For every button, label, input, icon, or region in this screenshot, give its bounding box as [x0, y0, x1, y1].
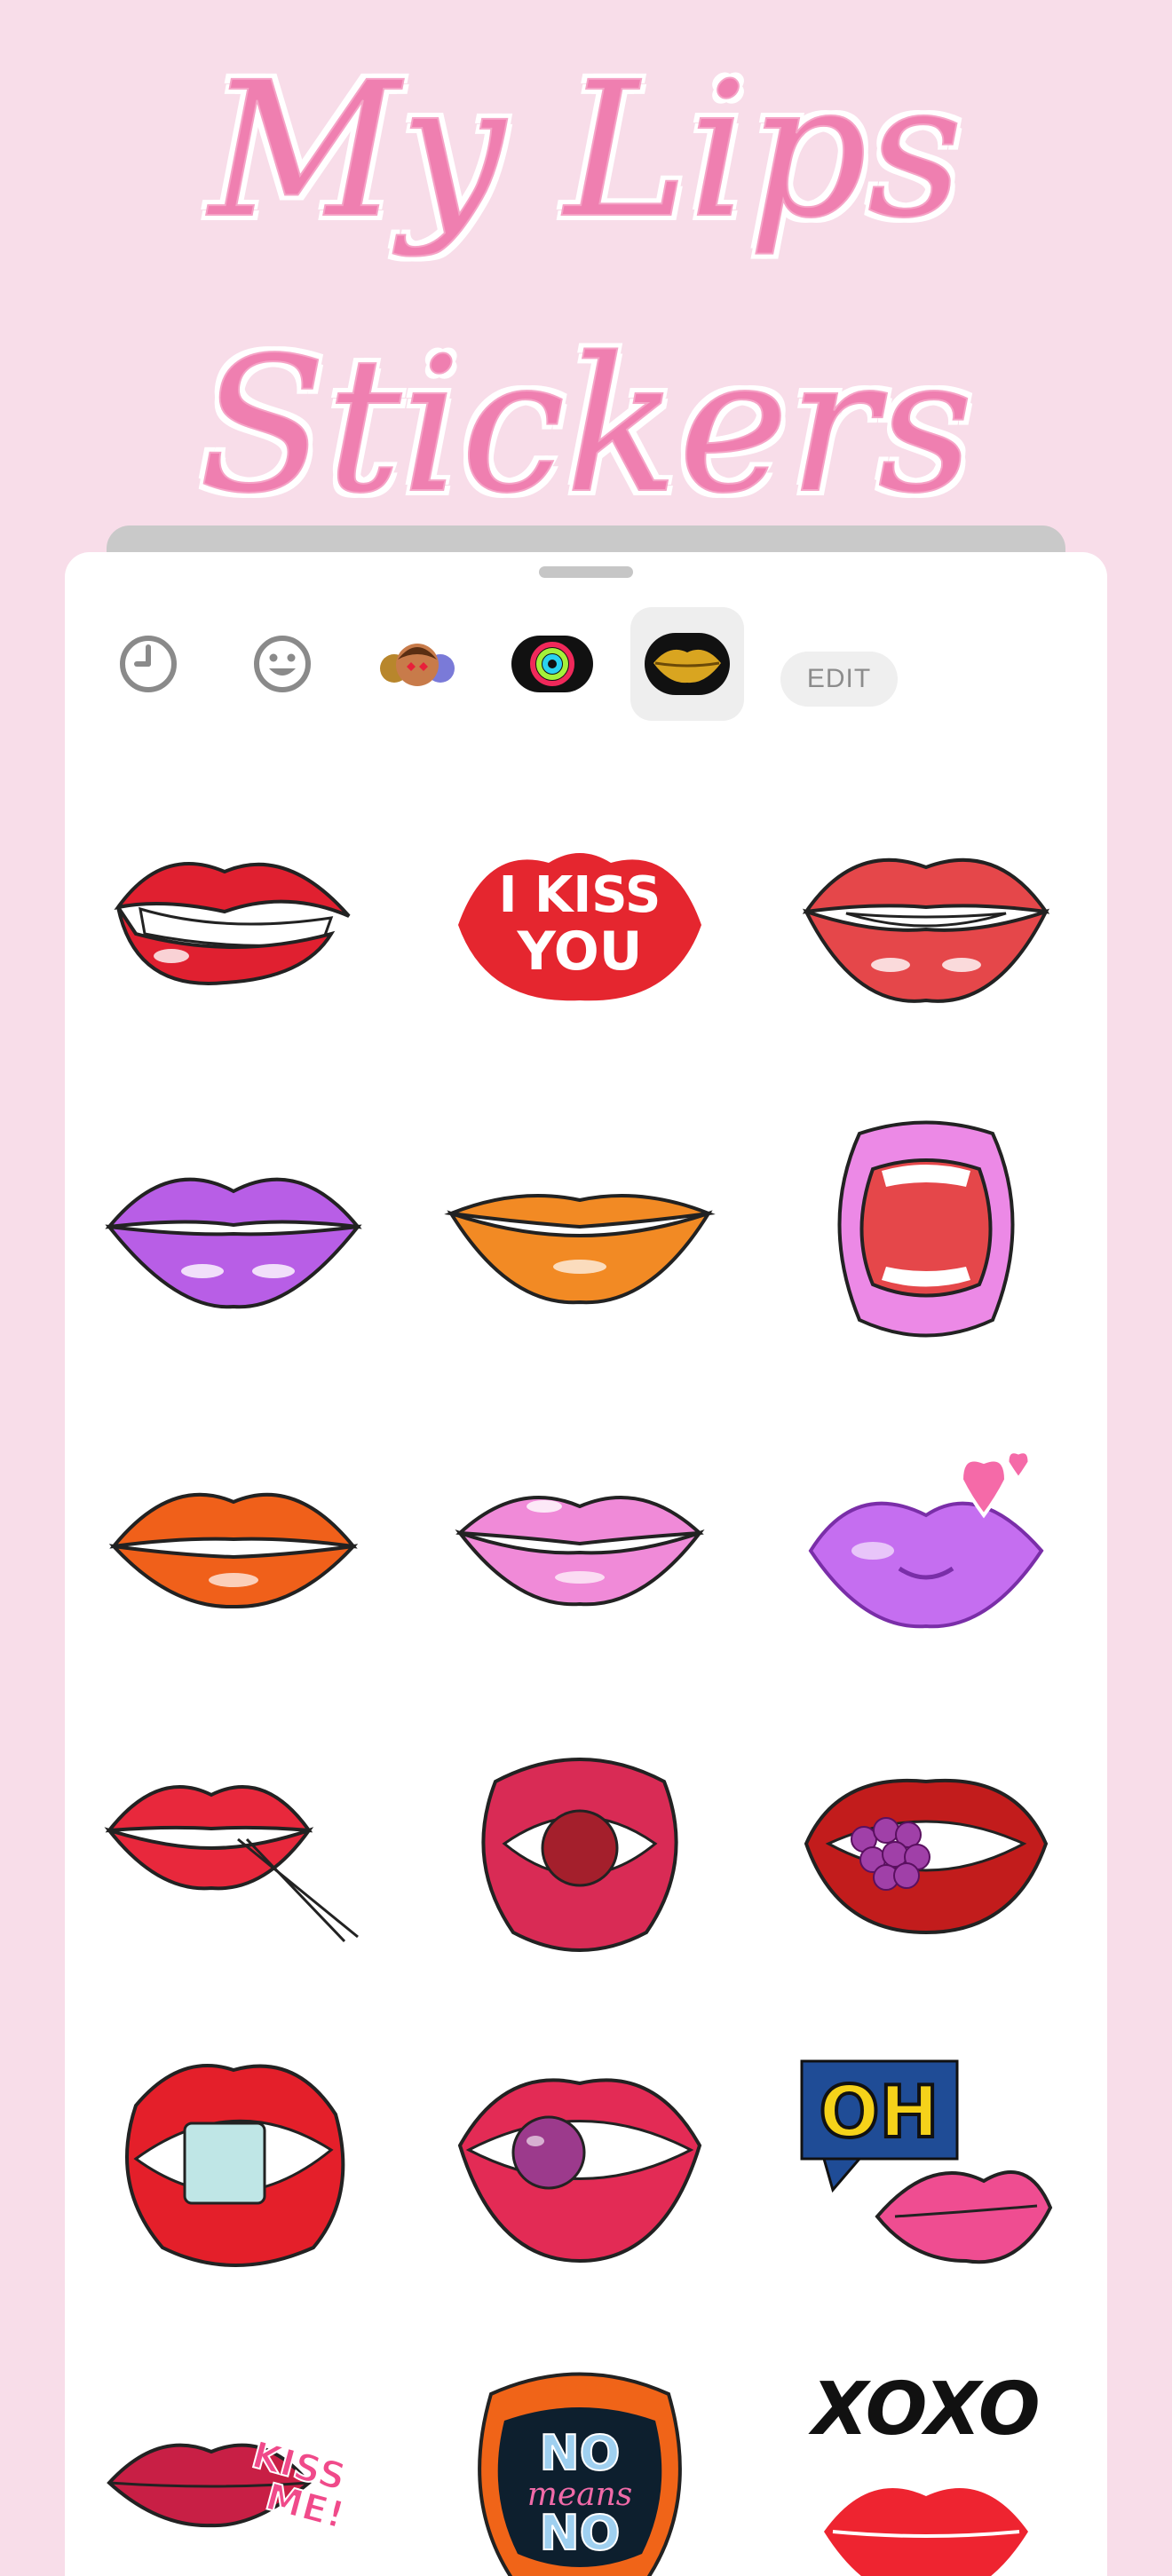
activity-rings-icon[interactable]: [510, 621, 595, 707]
sticker-toolbar: EDIT: [65, 604, 1107, 728]
sticker-purple-lips[interactable]: [65, 1085, 402, 1378]
emoji-smiley-icon[interactable]: [240, 621, 325, 707]
sticker-oh-kiss-lips[interactable]: OH: [757, 2017, 1095, 2310]
sticker-text-you: YOU: [516, 921, 642, 983]
memoji-icon[interactable]: [375, 621, 460, 707]
sticker-lips-with-candy[interactable]: [411, 1706, 748, 1999]
sticker-text-no-2: NO: [539, 2505, 620, 2561]
sticker-kiss-me-lips[interactable]: KISS ME!: [65, 2327, 402, 2576]
sticker-xoxo-lips[interactable]: XOXO: [757, 2336, 1095, 2576]
sticker-no-means-no-lips[interactable]: NO means NO: [411, 2336, 748, 2576]
sticker-orange-red-lips[interactable]: [65, 1395, 402, 1688]
recent-clock-icon[interactable]: [106, 621, 191, 707]
sticker-i-kiss-you-lips[interactable]: I KISS YOU: [411, 774, 748, 1067]
sticker-panel: EDIT I KISS YOU OH KISS ME! NO means NO …: [65, 552, 1107, 2576]
sticker-text-i-kiss: I KISS: [499, 866, 661, 924]
sticker-open-mouth-pink-lips[interactable]: [757, 1085, 1095, 1378]
sticker-heart-kiss-lips[interactable]: [757, 1395, 1095, 1688]
sticker-lips-with-berries[interactable]: [757, 1706, 1095, 1999]
gold-lips-pack-icon[interactable]: [630, 607, 744, 721]
sticker-orange-lips[interactable]: [411, 1085, 748, 1378]
app-title: My Lips Stickers: [0, 18, 1172, 568]
sticker-text-oh: OH: [820, 2071, 939, 2153]
title-line-1: My Lips: [208, 41, 963, 260]
sticker-text-no-1: NO: [539, 2425, 620, 2481]
sticker-biting-red-lips[interactable]: [65, 774, 402, 1067]
sticker-red-smile-lips[interactable]: [757, 774, 1095, 1067]
sticker-lips-with-toothpick[interactable]: [65, 1706, 402, 1999]
drag-handle[interactable]: [539, 566, 633, 578]
sticker-lips-with-ice-cube[interactable]: [65, 2017, 402, 2310]
sticker-text-xoxo: XOXO: [807, 2367, 1040, 2452]
sticker-lips-with-purple-candy[interactable]: [411, 2017, 748, 2310]
sticker-pink-lips[interactable]: [411, 1395, 748, 1688]
edit-button[interactable]: EDIT: [780, 652, 898, 707]
